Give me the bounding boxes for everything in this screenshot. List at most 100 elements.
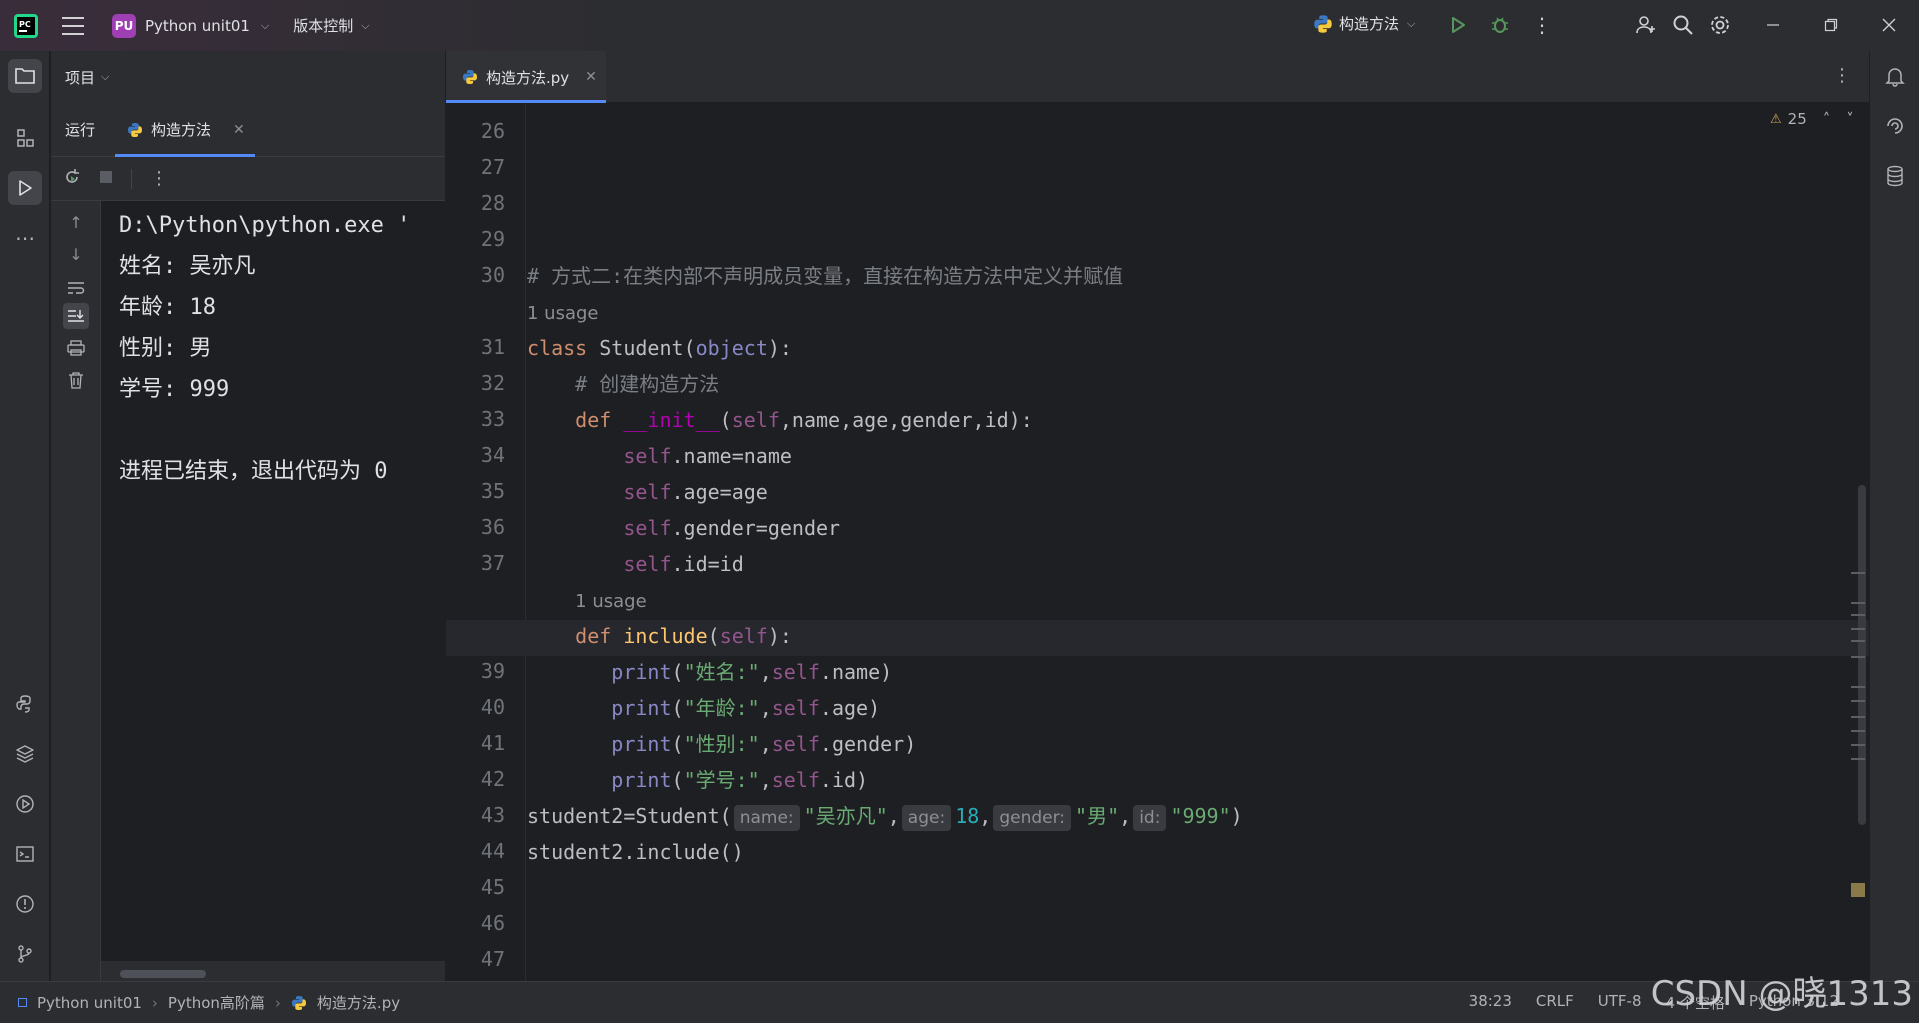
vcs-menu[interactable]: 版本控制 ⌵ bbox=[293, 15, 369, 36]
next-highlight-icon[interactable]: ˅ bbox=[1846, 110, 1854, 128]
ai-assistant-icon[interactable] bbox=[1882, 113, 1908, 139]
error-stripe-mark[interactable] bbox=[1851, 614, 1865, 616]
project-switcher[interactable]: PU Python unit01 ⌵ bbox=[112, 13, 270, 38]
editor-tab-bar: 构造方法.py ✕ ⋮ bbox=[446, 51, 1869, 103]
trash-icon[interactable] bbox=[65, 369, 87, 391]
error-stripe-mark[interactable] bbox=[1851, 656, 1865, 658]
close-tab-icon[interactable]: ✕ bbox=[585, 69, 597, 85]
console-output[interactable]: D:\Python\python.exe ' 姓名: 吴亦凡 年龄: 18 性别… bbox=[101, 201, 445, 961]
code-usage-hint[interactable]: 1 usage bbox=[527, 294, 599, 330]
run-tab-construct[interactable]: 构造方法 ✕ bbox=[115, 103, 255, 157]
editor-tab-construct-py[interactable]: 构造方法.py ✕ bbox=[446, 51, 606, 103]
error-stripe-mark[interactable] bbox=[1851, 602, 1865, 604]
console-line: 姓名: 吴亦凡 bbox=[119, 254, 256, 279]
code-line-39: print("姓名:",self.name) bbox=[611, 660, 893, 684]
run-config-selector[interactable]: 构造方法 ⌵ bbox=[1313, 13, 1415, 34]
soft-wrap-icon[interactable] bbox=[65, 277, 87, 299]
csdn-watermark: CSDN @晓1313 bbox=[1650, 974, 1913, 1014]
error-stripe-mark[interactable] bbox=[1851, 730, 1865, 732]
code-line-44: student2.include() bbox=[527, 840, 744, 864]
weak-warning-stripe-mark[interactable] bbox=[1851, 883, 1865, 897]
chevron-down-icon: ⌵ bbox=[1407, 16, 1416, 30]
line-separator[interactable]: CRLF bbox=[1536, 992, 1574, 1013]
run-icon[interactable] bbox=[1444, 11, 1472, 39]
error-stripe-mark[interactable] bbox=[1851, 716, 1865, 718]
debug-icon[interactable] bbox=[1486, 11, 1514, 39]
run-tool-icon[interactable] bbox=[8, 171, 42, 205]
code-line-38: def include(self): bbox=[575, 624, 792, 648]
warning-icon: ⚠ bbox=[1770, 111, 1782, 127]
console-side-toolbar: ↑ ↓ bbox=[51, 201, 101, 981]
line-number: 37 bbox=[480, 551, 505, 575]
problems-icon[interactable] bbox=[8, 887, 42, 921]
breadcrumb: Python unit01 › Python高阶篇 › 构造方法.py bbox=[0, 992, 400, 1013]
run-toolbar: ⋮ bbox=[51, 157, 445, 201]
chevron-down-icon: ⌵ bbox=[101, 70, 110, 83]
print-icon[interactable] bbox=[65, 337, 87, 359]
chevron-right-icon: › bbox=[151, 993, 158, 1012]
warning-count: 25 bbox=[1787, 110, 1807, 128]
settings-gear-icon[interactable] bbox=[1706, 11, 1734, 39]
more-actions-icon[interactable]: ⋮ bbox=[1528, 11, 1556, 39]
code-line-37: self.id=id bbox=[623, 552, 744, 576]
breadcrumb-item-project[interactable]: Python unit01 bbox=[37, 994, 142, 1012]
line-number: 36 bbox=[480, 515, 505, 539]
error-stripe-mark[interactable] bbox=[1851, 686, 1865, 688]
rerun-icon[interactable] bbox=[63, 168, 81, 190]
line-number: 28 bbox=[480, 191, 505, 215]
git-icon[interactable] bbox=[8, 937, 42, 971]
search-icon[interactable] bbox=[1669, 11, 1697, 39]
editor-more-icon[interactable]: ⋮ bbox=[1833, 65, 1851, 86]
code-usage-hint[interactable]: 1 usage bbox=[527, 582, 647, 618]
toolbar-divider bbox=[131, 168, 132, 189]
vcs-label: 版本控制 bbox=[293, 17, 354, 35]
chevron-down-icon: ⌵ bbox=[260, 18, 270, 32]
error-stripe-mark[interactable] bbox=[1851, 572, 1865, 574]
scroll-to-end-icon[interactable] bbox=[63, 303, 89, 329]
title-bar: PC PU Python unit01 ⌵ 版本控制 ⌵ 构造方法 ⌵ ⋮ bbox=[0, 0, 1919, 51]
code-line-34: self.name=name bbox=[623, 444, 792, 468]
editor-vertical-scrollbar[interactable] bbox=[1858, 485, 1866, 825]
error-stripe-mark[interactable] bbox=[1851, 744, 1865, 746]
python-console-icon[interactable] bbox=[8, 687, 42, 721]
breadcrumb-item-file[interactable]: 构造方法.py bbox=[317, 992, 400, 1013]
project-name: Python unit01 bbox=[145, 16, 250, 35]
inspection-widget[interactable]: ⚠ 25 ˄ ˅ bbox=[1770, 110, 1854, 128]
minimize-icon[interactable] bbox=[1759, 11, 1787, 39]
previous-highlight-icon[interactable]: ˄ bbox=[1823, 110, 1831, 128]
project-folder-icon[interactable] bbox=[8, 59, 42, 93]
code-line-33: def __init__(self,name,age,gender,id): bbox=[575, 408, 1033, 432]
editor-tab-label: 构造方法.py bbox=[486, 68, 570, 87]
database-icon[interactable] bbox=[1882, 163, 1908, 189]
more-tools-icon[interactable]: ⋯ bbox=[8, 221, 42, 255]
code-comment: # 创建构造方法 bbox=[575, 372, 720, 396]
error-stripe-mark[interactable] bbox=[1851, 628, 1865, 630]
stop-icon[interactable] bbox=[99, 169, 113, 188]
console-horizontal-scrollbar[interactable] bbox=[120, 970, 206, 978]
pycharm-logo-icon[interactable]: PC bbox=[12, 12, 40, 40]
error-stripe-mark[interactable] bbox=[1851, 758, 1865, 760]
main-menu-icon[interactable] bbox=[62, 16, 84, 35]
close-tab-icon[interactable]: ✕ bbox=[233, 122, 245, 138]
line-number: 43 bbox=[480, 803, 505, 827]
notifications-bell-icon[interactable] bbox=[1882, 63, 1908, 89]
up-arrow-icon[interactable]: ↑ bbox=[65, 211, 87, 233]
caret-position[interactable]: 38:23 bbox=[1469, 992, 1512, 1013]
add-user-icon[interactable] bbox=[1632, 11, 1660, 39]
restore-icon[interactable] bbox=[1817, 11, 1845, 39]
project-panel-header[interactable]: 项目 ⌵ bbox=[51, 51, 445, 103]
file-encoding[interactable]: UTF-8 bbox=[1598, 992, 1642, 1013]
python-packages-icon[interactable] bbox=[8, 737, 42, 771]
error-stripe-mark[interactable] bbox=[1851, 700, 1865, 702]
run-panel-label: 运行 bbox=[65, 121, 96, 139]
run-more-icon[interactable]: ⋮ bbox=[150, 168, 168, 189]
error-stripe-mark[interactable] bbox=[1851, 640, 1865, 642]
structure-icon[interactable] bbox=[8, 121, 42, 155]
breadcrumb-item-folder[interactable]: Python高阶篇 bbox=[168, 992, 265, 1013]
services-icon[interactable] bbox=[8, 787, 42, 821]
close-window-icon[interactable] bbox=[1875, 11, 1903, 39]
string-literal: "999" bbox=[1170, 804, 1231, 828]
down-arrow-icon[interactable]: ↓ bbox=[65, 243, 87, 265]
terminal-icon[interactable] bbox=[8, 837, 42, 871]
code-editor[interactable]: # 方式二:在类内部不声明成员变量，直接在构造方法中定义并赋值 1 usage … bbox=[446, 103, 1869, 981]
